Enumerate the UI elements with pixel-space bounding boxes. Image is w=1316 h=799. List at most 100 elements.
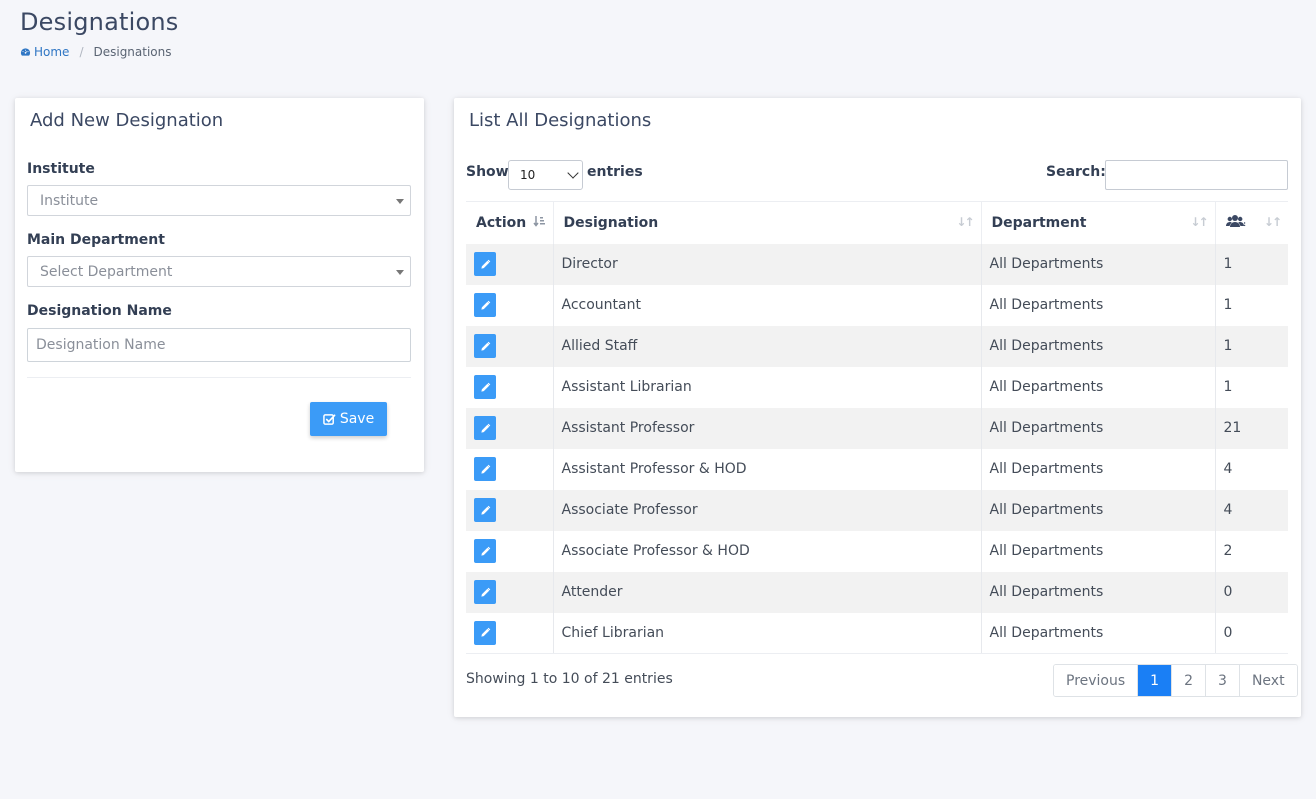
count-cell: 21 — [1223, 420, 1242, 436]
count-cell: 4 — [1223, 461, 1233, 477]
pencil-icon — [480, 382, 490, 392]
department-cell: All Departments — [981, 612, 1216, 654]
designation-cell: Accountant — [553, 284, 982, 326]
save-button[interactable]: Save — [310, 402, 387, 436]
edit-button[interactable] — [474, 620, 496, 645]
designation-cell: Director — [553, 243, 982, 285]
page-3-button[interactable]: 3 — [1206, 665, 1240, 696]
institute-label: Institute — [27, 161, 95, 177]
column-header-action[interactable]: Action — [466, 201, 554, 244]
column-header-department-label: Department — [991, 214, 1087, 231]
table-row: Associate Professor & HOD All Departments… — [466, 530, 1288, 572]
action-cell — [466, 366, 554, 408]
action-cell — [466, 489, 554, 531]
designation-cell: Assistant Librarian — [553, 366, 982, 408]
search-input[interactable] — [1105, 160, 1288, 190]
form-divider — [27, 377, 411, 378]
action-cell — [466, 325, 554, 367]
designation-name-input[interactable] — [27, 328, 411, 362]
pencil-icon — [480, 300, 490, 310]
page-length-select[interactable]: 10 — [508, 160, 583, 190]
breadcrumb-home-label: Home — [34, 45, 70, 59]
edit-button[interactable] — [474, 293, 496, 317]
column-header-designation-label: Designation — [563, 214, 659, 231]
action-cell — [466, 243, 554, 285]
department-cell: All Departments — [981, 407, 1216, 449]
breadcrumb-current: Designations — [93, 45, 172, 59]
count-cell: 4 — [1223, 502, 1233, 518]
column-header-count[interactable]: ↓↑ — [1215, 202, 1288, 244]
designations-list-card: List All Designations Show 10 entries Se… — [454, 98, 1301, 717]
next-page-button[interactable]: Next — [1239, 665, 1297, 696]
breadcrumb: Home / Designations — [20, 45, 178, 59]
column-header-designation[interactable]: Designation ↓↑ — [553, 201, 982, 244]
department-cell: All Departments — [981, 448, 1216, 490]
main-department-select[interactable]: Select Department — [27, 256, 411, 287]
designation-cell: Associate Professor — [553, 489, 982, 531]
designation-cell: Attender — [553, 571, 982, 613]
edit-button[interactable] — [474, 498, 496, 522]
department-cell: All Departments — [981, 325, 1216, 367]
table-row: Attender All Departments 0 — [466, 571, 1288, 613]
chevron-down-icon — [567, 167, 579, 179]
check-square-icon — [322, 413, 336, 425]
table-header-row: Action Designation ↓↑ Department ↓↑ ↓↑ — [466, 201, 1288, 244]
dashboard-icon — [20, 48, 31, 56]
table-row: Accountant All Departments 1 — [466, 284, 1288, 326]
pagination: Previous 1 2 3 Next — [1053, 664, 1298, 697]
sort-asc-icon — [532, 215, 545, 230]
pencil-icon — [480, 259, 490, 269]
page-header: Designations Home / Designations — [20, 8, 178, 59]
action-cell — [466, 407, 554, 449]
add-designation-card: Add New Designation Institute Institute … — [15, 98, 424, 472]
institute-select-placeholder: Institute — [40, 193, 99, 209]
edit-button[interactable] — [474, 252, 496, 276]
main-department-label: Main Department — [27, 232, 165, 248]
department-cell: All Departments — [981, 530, 1216, 572]
page-title: Designations — [20, 8, 179, 36]
table-row: Allied Staff All Departments 1 — [466, 325, 1288, 367]
department-cell: All Departments — [981, 284, 1216, 326]
table-info: Showing 1 to 10 of 21 entries — [466, 671, 673, 687]
table-row: Associate Professor All Departments 4 — [466, 489, 1288, 531]
edit-button[interactable] — [474, 375, 496, 399]
search-label: Search: — [1046, 164, 1106, 180]
table-body: Director All Departments 1 Accountant All De… — [466, 243, 1288, 654]
edit-button[interactable] — [474, 334, 496, 358]
table-row: Assistant Professor All Departments 21 — [466, 407, 1288, 449]
edit-button[interactable] — [474, 580, 496, 604]
sort-icon: ↓↑ — [1190, 215, 1208, 229]
table-row: Assistant Librarian All Departments 1 — [466, 366, 1288, 408]
page-2-button[interactable]: 2 — [1172, 665, 1207, 696]
edit-button[interactable] — [474, 416, 496, 440]
count-cell: 2 — [1223, 543, 1233, 559]
table-row: Director All Departments 1 — [466, 243, 1288, 285]
show-label: Show — [466, 164, 509, 180]
pencil-icon — [480, 464, 490, 474]
designation-cell: Assistant Professor — [553, 407, 982, 449]
count-cell: 1 — [1223, 297, 1233, 313]
column-header-action-label: Action — [476, 214, 527, 231]
designation-cell: Assistant Professor & HOD — [553, 448, 982, 490]
action-cell — [466, 571, 554, 613]
previous-page-button[interactable]: Previous — [1054, 665, 1139, 696]
column-header-department[interactable]: Department ↓↑ — [981, 201, 1216, 244]
save-button-label: Save — [339, 411, 375, 427]
edit-button[interactable] — [474, 539, 496, 563]
table-row: Assistant Professor & HOD All Departments… — [466, 448, 1288, 490]
designation-cell: Allied Staff — [553, 325, 982, 367]
designation-name-label: Designation Name — [27, 303, 172, 319]
designation-cell: Chief Librarian — [553, 612, 982, 654]
count-cell: 1 — [1223, 256, 1233, 272]
action-cell — [466, 612, 554, 654]
table-row: Chief Librarian All Departments 0 — [466, 612, 1288, 654]
department-cell: All Departments — [981, 571, 1216, 613]
count-cell: 1 — [1223, 379, 1233, 395]
edit-button[interactable] — [474, 457, 496, 481]
page-1-button[interactable]: 1 — [1138, 665, 1173, 696]
main-department-select-placeholder: Select Department — [40, 264, 173, 280]
pencil-icon — [480, 627, 490, 637]
count-cell: 1 — [1223, 338, 1233, 354]
institute-select[interactable]: Institute — [27, 185, 411, 216]
breadcrumb-home-link[interactable]: Home — [20, 45, 69, 59]
